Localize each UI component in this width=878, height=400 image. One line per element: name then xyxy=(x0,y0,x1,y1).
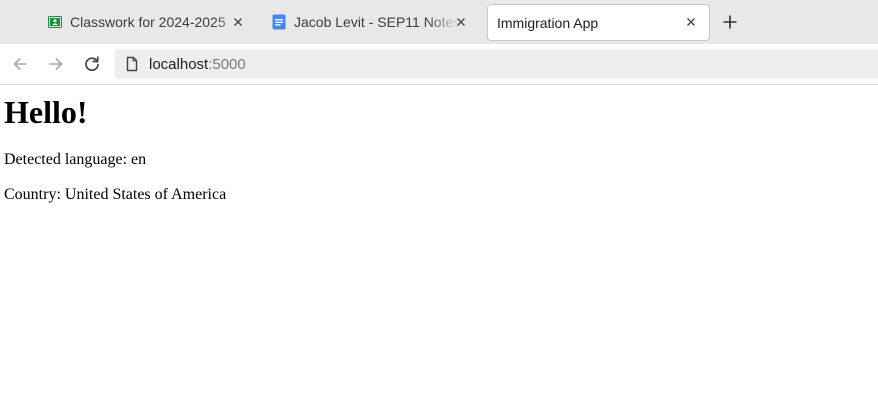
forward-arrow-icon[interactable] xyxy=(46,54,66,74)
tab-immigration-app[interactable]: Immigration App xyxy=(487,4,710,41)
url-text: localhost:5000 xyxy=(149,56,246,73)
tab-classwork[interactable]: Classwork for 2024-2025 xyxy=(40,4,256,40)
tab-title: Jacob Levit - SEP11 Notes xyxy=(294,14,460,30)
google-classroom-icon xyxy=(48,16,62,28)
tab-title: Classwork for 2024-2025 xyxy=(70,14,226,30)
tab-sep11-notes[interactable]: Jacob Levit - SEP11 Notes xyxy=(263,4,479,40)
reload-icon[interactable] xyxy=(82,54,102,74)
url-host: localhost xyxy=(149,56,209,73)
page-info-icon[interactable] xyxy=(124,56,140,72)
google-docs-icon xyxy=(272,14,286,30)
close-tab-icon[interactable] xyxy=(683,14,699,30)
toolbar: localhost:5000 xyxy=(0,44,878,85)
tab-strip: Classwork for 2024-2025 Jacob Levit - SE… xyxy=(0,0,878,44)
new-tab-icon[interactable] xyxy=(721,13,739,31)
address-bar[interactable]: localhost:5000 xyxy=(115,49,878,79)
browser-window: Classwork for 2024-2025 Jacob Levit - SE… xyxy=(0,0,878,400)
back-arrow-icon[interactable] xyxy=(10,54,30,74)
country-text: Country: United States of America xyxy=(4,186,227,203)
url-port: :5000 xyxy=(208,56,246,73)
close-tab-icon[interactable] xyxy=(230,14,246,30)
detected-language-text: Detected language: en xyxy=(4,151,147,168)
page-heading: Hello! xyxy=(4,94,88,130)
page-content: Hello! Detected language: en Country: Un… xyxy=(0,85,878,400)
tab-title: Immigration App xyxy=(497,14,599,31)
close-tab-icon[interactable] xyxy=(453,14,469,30)
